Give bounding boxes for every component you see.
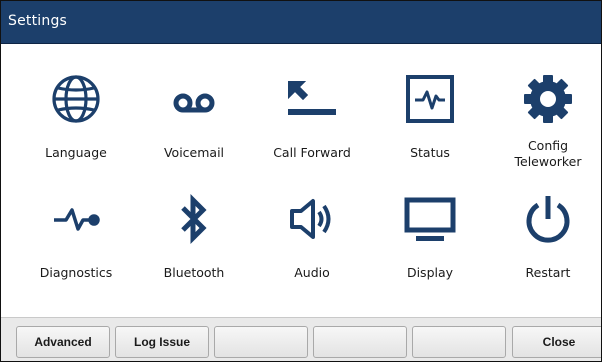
- call-forward-icon: [286, 73, 338, 125]
- call-forward-tile[interactable]: Call Forward: [258, 61, 366, 173]
- pulse-icon: [50, 193, 102, 245]
- config-teleworker-label: Config Teleworker: [514, 138, 582, 169]
- gear-icon: [522, 73, 574, 125]
- power-icon: [522, 193, 574, 245]
- title-bar: Settings: [1, 1, 601, 44]
- bluetooth-label: Bluetooth: [163, 265, 225, 280]
- config-teleworker-tile[interactable]: Config Teleworker: [494, 61, 601, 173]
- voicemail-tile[interactable]: Voicemail: [140, 61, 248, 173]
- softkey-4-button[interactable]: [313, 326, 407, 358]
- bluetooth-icon: [168, 193, 220, 245]
- voicemail-icon: [168, 73, 220, 125]
- status-label: Status: [410, 145, 450, 160]
- audio-tile[interactable]: Audio: [258, 181, 366, 293]
- status-tile[interactable]: Status: [376, 61, 484, 173]
- restart-label: Restart: [525, 265, 571, 280]
- close-button[interactable]: Close: [512, 326, 601, 358]
- globe-icon: [50, 73, 102, 125]
- bluetooth-tile[interactable]: Bluetooth: [140, 181, 248, 293]
- voicemail-label: Voicemail: [163, 145, 225, 160]
- advanced-button[interactable]: Advanced: [16, 326, 110, 358]
- softkey-bar: Advanced Log Issue Close: [1, 317, 601, 361]
- settings-grid: Language Voicemail Call Forward Status C…: [1, 61, 601, 301]
- restart-tile[interactable]: Restart: [494, 181, 601, 293]
- language-label: Language: [45, 145, 107, 160]
- softkey-5-button[interactable]: [412, 326, 506, 358]
- display-label: Display: [406, 265, 454, 280]
- log-issue-button[interactable]: Log Issue: [115, 326, 209, 358]
- diagnostics-tile[interactable]: Diagnostics: [22, 181, 130, 293]
- display-tile[interactable]: Display: [376, 181, 484, 293]
- call-forward-label: Call Forward: [273, 145, 351, 160]
- page-title: Settings: [8, 13, 68, 29]
- speaker-icon: [286, 193, 338, 245]
- settings-screen: Settings Language Voicemail Call Forward…: [0, 0, 602, 362]
- monitor-icon: [404, 193, 456, 245]
- language-tile[interactable]: Language: [22, 61, 130, 173]
- softkey-3-button[interactable]: [214, 326, 308, 358]
- diagnostics-label: Diagnostics: [39, 265, 113, 280]
- status-monitor-icon: [404, 73, 456, 125]
- audio-label: Audio: [294, 265, 330, 280]
